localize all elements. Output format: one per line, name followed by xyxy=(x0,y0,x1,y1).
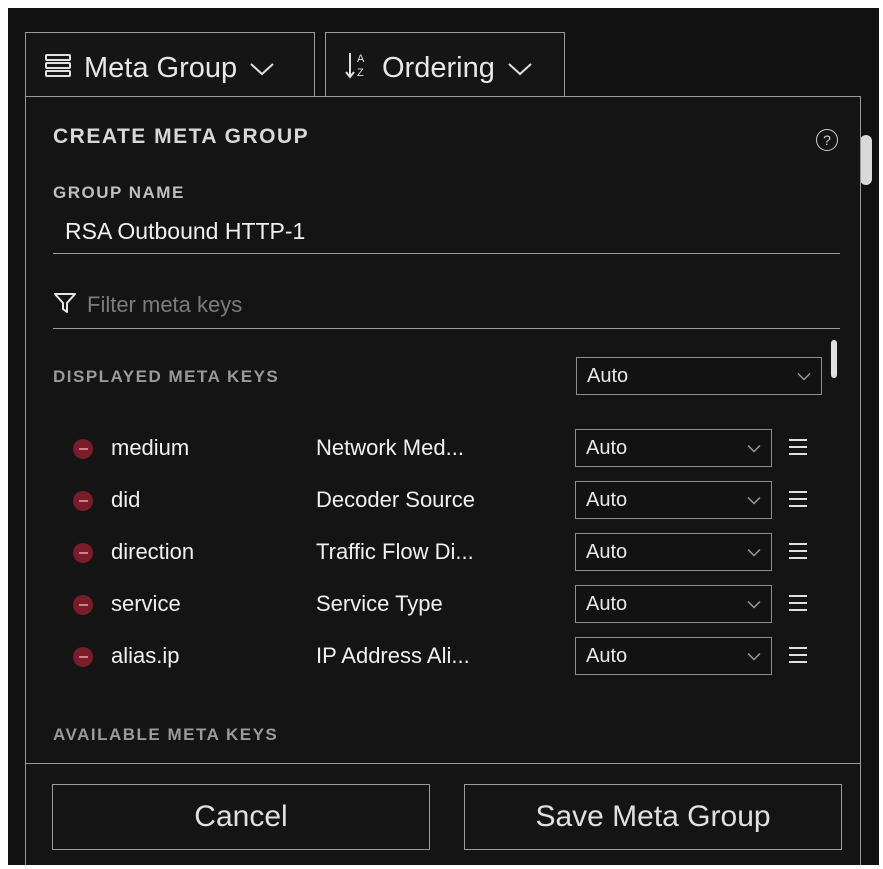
chevron-down-icon xyxy=(747,593,761,616)
chevron-down-icon xyxy=(747,541,761,564)
meta-key-mode-value: Auto xyxy=(586,488,628,511)
cancel-button[interactable]: Cancel xyxy=(52,784,430,850)
remove-icon[interactable] xyxy=(73,647,93,667)
filter-meta-keys xyxy=(53,282,840,329)
panel-title: CREATE META GROUP xyxy=(53,125,310,148)
displayed-meta-keys-label: DISPLAYED META KEYS xyxy=(53,367,280,386)
chevron-down-icon xyxy=(507,52,533,85)
meta-key-row: did Decoder Source Auto xyxy=(53,481,843,521)
meta-key-mode-value: Auto xyxy=(586,436,628,459)
ordering-button[interactable]: A Z Ordering xyxy=(325,32,565,104)
displayed-select-value: Auto xyxy=(587,364,629,387)
chevron-down-icon xyxy=(797,365,811,388)
meta-key-mode-select[interactable]: Auto xyxy=(575,533,772,571)
meta-key-description: Network Med... xyxy=(316,435,464,460)
help-icon[interactable]: ? xyxy=(816,129,838,151)
group-name-field[interactable] xyxy=(53,209,840,254)
meta-key-description: Traffic Flow Di... xyxy=(316,539,474,564)
remove-icon[interactable] xyxy=(73,595,93,615)
filter-meta-keys-input[interactable] xyxy=(85,284,840,326)
meta-key-name: alias.ip xyxy=(111,643,180,668)
drag-handle-icon[interactable] xyxy=(788,594,808,617)
panel-scrollbar[interactable] xyxy=(860,135,872,185)
meta-key-mode-select[interactable]: Auto xyxy=(575,637,772,675)
chevron-down-icon xyxy=(747,489,761,512)
meta-group-label: Meta Group xyxy=(84,52,238,84)
meta-key-mode-select[interactable]: Auto xyxy=(575,585,772,623)
filter-icon xyxy=(53,291,77,320)
drag-handle-icon[interactable] xyxy=(788,646,808,669)
displayed-meta-keys-select[interactable]: Auto xyxy=(576,357,822,395)
meta-key-mode-value: Auto xyxy=(586,644,628,667)
meta-key-name: medium xyxy=(111,435,190,460)
remove-icon[interactable] xyxy=(73,543,93,563)
list-icon xyxy=(44,51,72,87)
meta-key-name: service xyxy=(111,591,181,616)
meta-keys-scrollbar[interactable] xyxy=(831,340,837,378)
meta-key-row: medium Network Med... Auto xyxy=(53,429,843,469)
meta-key-name: did xyxy=(111,487,141,512)
meta-key-description: Service Type xyxy=(316,591,443,616)
meta-key-row: service Service Type Auto xyxy=(53,585,843,625)
meta-key-row: alias.ip IP Address Ali... Auto xyxy=(53,637,843,677)
meta-key-mode-value: Auto xyxy=(586,592,628,615)
meta-key-description: IP Address Ali... xyxy=(316,643,470,668)
available-meta-keys-label: AVAILABLE META KEYS xyxy=(53,725,279,744)
remove-icon[interactable] xyxy=(73,439,93,459)
panel-footer: Cancel Save Meta Group xyxy=(26,763,860,865)
chevron-down-icon xyxy=(747,645,761,668)
app-background: Meta Group A Z Ordering CREATE META GROU… xyxy=(8,8,879,865)
chevron-down-icon xyxy=(747,437,761,460)
sort-az-icon: A Z xyxy=(344,50,370,88)
meta-key-row: direction Traffic Flow Di... Auto xyxy=(53,533,843,573)
drag-handle-icon[interactable] xyxy=(788,490,808,513)
chevron-down-icon xyxy=(249,52,275,85)
meta-key-mode-select[interactable]: Auto xyxy=(575,429,772,467)
meta-key-mode-value: Auto xyxy=(586,540,628,563)
meta-group-button[interactable]: Meta Group xyxy=(25,32,315,104)
meta-key-description: Decoder Source xyxy=(316,487,475,512)
remove-icon[interactable] xyxy=(73,491,93,511)
svg-text:A: A xyxy=(357,53,365,65)
drag-handle-icon[interactable] xyxy=(788,438,808,461)
drag-handle-icon[interactable] xyxy=(788,542,808,565)
meta-key-name: direction xyxy=(111,539,195,564)
save-meta-group-button[interactable]: Save Meta Group xyxy=(464,784,842,850)
meta-key-mode-select[interactable]: Auto xyxy=(575,481,772,519)
svg-text:Z: Z xyxy=(357,67,364,79)
ordering-label: Ordering xyxy=(382,52,495,84)
create-meta-group-panel: CREATE META GROUP ? GROUP NAME DISPLAYED… xyxy=(25,96,861,865)
group-name-label: GROUP NAME xyxy=(53,183,185,202)
